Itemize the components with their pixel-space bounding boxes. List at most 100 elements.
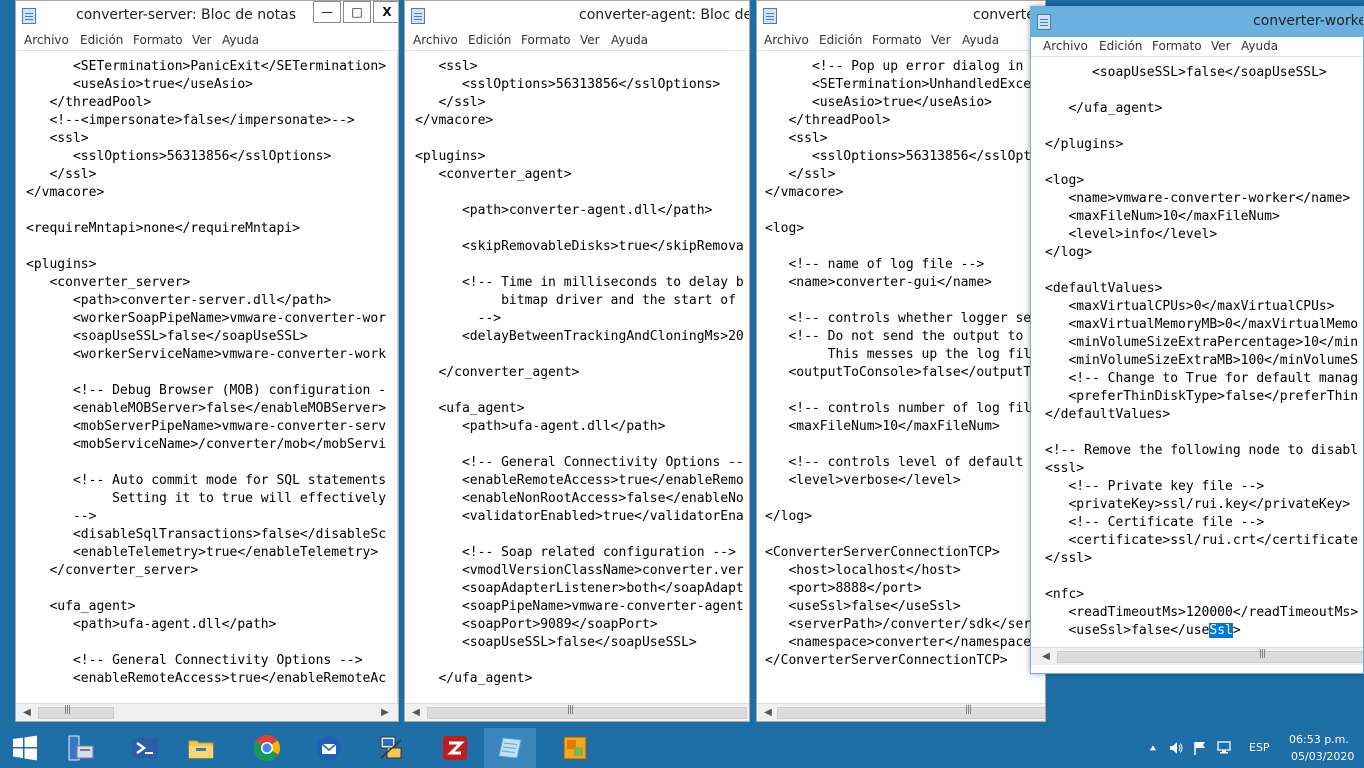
menu-edicion[interactable]: Edición: [1099, 39, 1142, 53]
text-editor[interactable]: <ssl> <sslOptions>56313856</sslOptions> …: [415, 52, 749, 703]
minimize-button[interactable]: —: [313, 1, 341, 23]
taskbar-server-manager[interactable]: [54, 728, 106, 768]
title-bar[interactable]: converter-worker: [1031, 7, 1363, 37]
text-line: <port>8888</port>: [765, 581, 922, 596]
title-bar[interactable]: converte: [757, 1, 1045, 31]
notepad-window-converter-worker[interactable]: converter-worker Archivo Edición Formato…: [1030, 6, 1364, 674]
scroll-thumb[interactable]: [1057, 651, 1363, 663]
scroll-left-icon[interactable]: ◀: [20, 706, 34, 720]
notepad-icon: [22, 8, 36, 24]
scroll-thumb[interactable]: [38, 707, 114, 719]
menu-edicion[interactable]: Edición: [468, 33, 511, 47]
language-indicator[interactable]: ESP: [1249, 741, 1270, 754]
taskbar-file-explorer[interactable]: [174, 728, 226, 768]
text-line: <ssl>: [1045, 461, 1085, 476]
menu-archivo[interactable]: Archivo: [413, 33, 458, 47]
text-line: <defaultValues>: [1045, 281, 1163, 296]
text-line: <soapUseSSL>false</soapUseSSL>: [415, 635, 697, 650]
taskbar-powershell[interactable]: [118, 728, 170, 768]
selected-text[interactable]: Ssl: [1209, 623, 1233, 638]
menu-bar: Archivo Edición Formato Ver Ayuda: [405, 31, 749, 51]
horizontal-scrollbar[interactable]: ◀ |||: [1031, 647, 1363, 665]
taskbar-notepad[interactable]: [484, 728, 536, 768]
tray-overflow-icon[interactable]: [1148, 744, 1158, 752]
taskbar-chrome[interactable]: [240, 728, 292, 768]
text-line: </threadPool>: [26, 95, 152, 110]
file-explorer-icon: [188, 740, 214, 759]
menu-ver[interactable]: Ver: [580, 33, 600, 47]
menu-edicion[interactable]: Edición: [80, 33, 123, 47]
text-line: <sslOptions>56313856</sslOpt: [765, 149, 1032, 164]
text-editor[interactable]: <!-- Pop up error dialog in <SETerminati…: [765, 52, 1045, 703]
text-line: <disableSqlTransactions>false</disableSc: [26, 527, 387, 542]
notepad-window-converter-server[interactable]: converter-server: Bloc de notas — □ X Ar…: [15, 0, 399, 722]
taskbar-vmware-converter[interactable]: [548, 728, 600, 768]
text-line: <log>: [765, 221, 805, 236]
close-button[interactable]: X: [373, 1, 398, 23]
text-line: </ufa_agent>: [415, 671, 533, 686]
clock-time[interactable]: 06:53 p.m.: [1289, 733, 1349, 746]
text-line: <!--<impersonate>false</impersonate>-->: [26, 113, 355, 128]
menu-ver[interactable]: Ver: [931, 33, 951, 47]
menu-ayuda[interactable]: Ayuda: [962, 33, 999, 47]
text-line: <soapPipeName>vmware-converter-agent: [415, 599, 744, 614]
horizontal-scrollbar[interactable]: ◀ |||: [757, 703, 1045, 721]
horizontal-scrollbar[interactable]: ◀ ||| ▶: [16, 703, 398, 721]
text-line: <minVolumeSizeExtraPercentage>10</min: [1045, 335, 1359, 350]
taskbar-thunderbird[interactable]: [302, 728, 354, 768]
title-bar[interactable]: converter-server: Bloc de notas — □ X: [16, 1, 398, 31]
scroll-thumb[interactable]: [427, 707, 747, 719]
horizontal-scrollbar[interactable]: ◀ |||: [405, 703, 749, 721]
menu-ver[interactable]: Ver: [1211, 39, 1231, 53]
scroll-left-icon[interactable]: ◀: [409, 706, 423, 720]
menu-ver[interactable]: Ver: [192, 33, 212, 47]
text-line: <path>converter-server.dll</path>: [26, 293, 332, 308]
taskbar-filezilla[interactable]: [428, 728, 480, 768]
text-line: </plugins>: [1045, 137, 1124, 152]
text-line: <!-- Certificate file -->: [1045, 515, 1265, 530]
start-button[interactable]: [0, 728, 52, 768]
menu-archivo[interactable]: Archivo: [24, 33, 69, 47]
text-editor[interactable]: <SETermination>PanicExit</SETermination>…: [26, 52, 398, 703]
title-bar[interactable]: converter-agent: Bloc de n: [405, 1, 749, 31]
maximize-button[interactable]: □: [343, 1, 371, 23]
text-line: <!-- controls number of log fil: [765, 401, 1032, 416]
menu-ayuda[interactable]: Ayuda: [611, 33, 648, 47]
text-line: <useAsio>true</useAsio>: [765, 95, 992, 110]
menu-archivo[interactable]: Archivo: [764, 33, 809, 47]
scroll-left-icon[interactable]: ◀: [761, 706, 775, 720]
menu-archivo[interactable]: Archivo: [1043, 39, 1088, 53]
text-line-cursor: <useSsl>false</useSsl>: [1045, 622, 1241, 640]
network-icon[interactable]: [1216, 740, 1232, 756]
text-line: </ssl>: [765, 167, 836, 182]
window-title: converter-server: Bloc de notas: [76, 7, 297, 23]
text-line: <name>vmware-converter-worker</name>: [1045, 191, 1351, 206]
text-line: <!-- Private key file -->: [1045, 479, 1265, 494]
notepad-window-converter[interactable]: converte Archivo Edición Formato Ver Ayu…: [756, 0, 1046, 722]
volume-icon[interactable]: [1168, 740, 1184, 756]
menu-formato[interactable]: Formato: [1152, 39, 1202, 53]
text-line: <workerServiceName>vmware-converter-work: [26, 347, 387, 362]
text-line: <!-- Soap related configuration -->: [415, 545, 736, 560]
menu-ayuda[interactable]: Ayuda: [222, 33, 259, 47]
menu-formato[interactable]: Formato: [872, 33, 922, 47]
text-line: <!-- Time in milliseconds to delay b: [415, 275, 744, 290]
menu-formato[interactable]: Formato: [133, 33, 183, 47]
menu-edicion[interactable]: Edición: [819, 33, 862, 47]
text-editor[interactable]: <soapUseSSL>false</soapUseSSL> </ufa_age…: [1045, 58, 1363, 649]
scroll-right-icon[interactable]: ▶: [378, 706, 392, 720]
clock-date[interactable]: 05/03/2020: [1291, 750, 1354, 763]
menu-ayuda[interactable]: Ayuda: [1241, 39, 1278, 53]
scroll-thumb[interactable]: [777, 707, 1045, 719]
flag-icon[interactable]: [1192, 740, 1208, 756]
text-line: <mobServiceName>/converter/mob</mobServi: [26, 437, 387, 452]
scroll-grip-icon: |||: [1259, 649, 1266, 659]
text-line: <ufa_agent>: [415, 401, 525, 416]
text-line: <SETermination>UnhandledExce: [765, 77, 1032, 92]
menu-formato[interactable]: Formato: [521, 33, 571, 47]
text-line: <useSsl>false</useSsl>: [765, 599, 961, 614]
taskbar-network-config[interactable]: [364, 728, 416, 768]
notepad-window-converter-agent[interactable]: converter-agent: Bloc de n Archivo Edici…: [404, 0, 750, 722]
scroll-left-icon[interactable]: ◀: [1039, 650, 1053, 664]
text-line: <!-- Do not send the output to: [765, 329, 1024, 344]
